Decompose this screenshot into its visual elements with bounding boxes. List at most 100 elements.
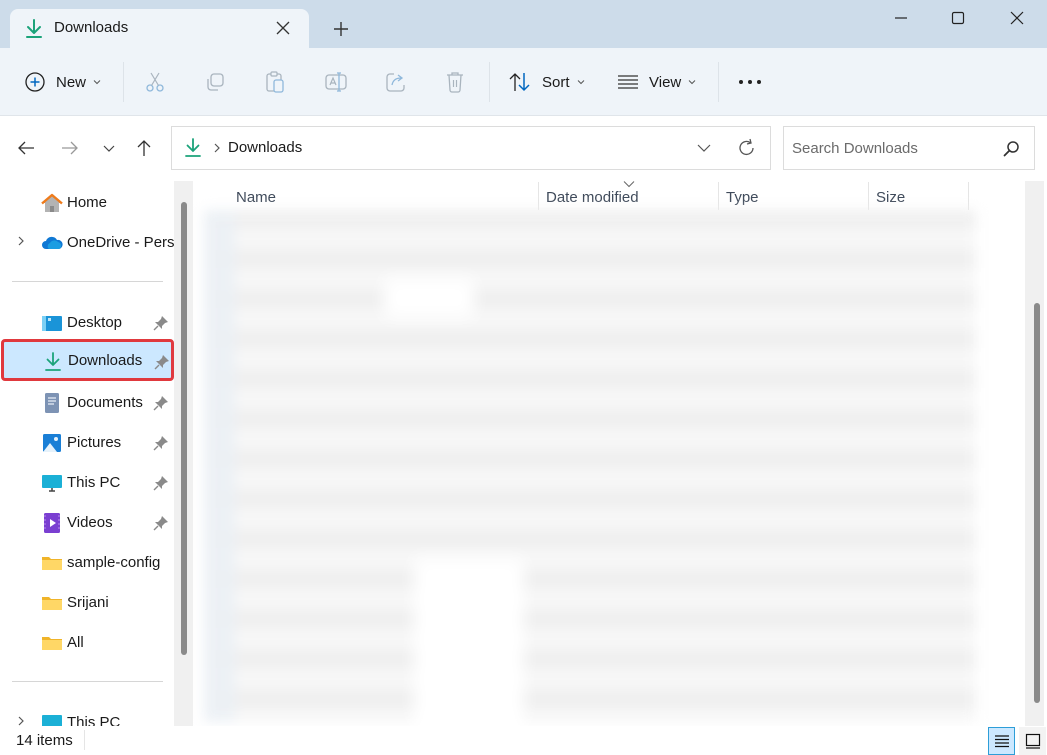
share-icon — [386, 73, 405, 92]
breadcrumb-downloads[interactable]: Downloads — [228, 139, 302, 156]
column-resize-handle[interactable] — [968, 182, 969, 210]
chevron-right-icon[interactable] — [16, 235, 26, 247]
sidebar-label: Srijani — [67, 594, 109, 611]
arrow-up-icon — [137, 140, 151, 156]
sidebar-divider — [12, 681, 163, 682]
plus-circle-icon — [25, 72, 45, 92]
sidebar-item-home[interactable]: Home — [0, 181, 175, 221]
details-view-button[interactable] — [988, 727, 1015, 755]
search-icon[interactable] — [1002, 140, 1020, 158]
download-icon — [26, 19, 42, 38]
column-header-type[interactable]: Type — [719, 182, 868, 210]
large-icons-view-button[interactable] — [1019, 727, 1046, 755]
pin-icon[interactable] — [153, 315, 169, 331]
navigation-pane: Home OneDrive - Perso Desktop Downloads … — [0, 178, 194, 726]
toolbar-divider — [718, 62, 719, 102]
ellipsis-icon — [739, 80, 761, 84]
chevron-right-icon — [214, 143, 220, 153]
copy-icon — [207, 73, 224, 91]
sidebar-item-pictures[interactable]: Pictures — [0, 421, 175, 461]
sidebar-item-desktop[interactable]: Desktop — [0, 301, 175, 341]
address-bar[interactable]: Downloads — [171, 126, 771, 170]
recent-locations-button[interactable] — [97, 136, 121, 160]
arrow-left-icon — [18, 141, 34, 155]
copy-button[interactable] — [204, 66, 226, 98]
sidebar-item-videos[interactable]: Videos — [0, 501, 175, 541]
status-bar: 14 items — [0, 726, 1047, 755]
folder-icon — [42, 637, 62, 650]
sidebar-item-sample-config[interactable]: sample-config — [0, 541, 175, 581]
file-rows-blurred[interactable] — [204, 210, 976, 722]
chevron-right-icon[interactable] — [16, 715, 26, 726]
chevron-down-icon — [93, 80, 101, 85]
sidebar-item-all[interactable]: All — [0, 621, 175, 661]
column-header-size[interactable]: Size — [869, 182, 968, 210]
sidebar-divider — [12, 281, 163, 282]
videos-icon — [44, 513, 60, 533]
forward-button[interactable] — [58, 136, 82, 160]
sidebar-item-srijani[interactable]: Srijani — [0, 581, 175, 621]
minimize-button[interactable] — [878, 4, 924, 32]
status-divider — [84, 730, 85, 750]
sidebar-label: Videos — [67, 514, 113, 531]
sort-descending-icon — [623, 181, 635, 188]
pin-icon[interactable] — [153, 395, 169, 411]
sidebar-item-onedrive[interactable]: OneDrive - Perso — [0, 221, 183, 261]
sidebar-item-downloads[interactable]: Downloads — [1, 339, 174, 381]
rename-icon — [325, 72, 347, 92]
back-button[interactable] — [14, 136, 38, 160]
sidebar-item-this-pc-tree[interactable]: This PC — [0, 701, 175, 726]
file-list-scrollbar-thumb[interactable] — [1034, 303, 1040, 703]
sidebar-label: OneDrive - Perso — [67, 234, 183, 251]
command-bar: New Sort View — [0, 48, 1047, 116]
tab-downloads[interactable]: Downloads — [10, 9, 309, 49]
view-label: View — [649, 73, 682, 91]
tab-title: Downloads — [54, 19, 129, 36]
pin-icon[interactable] — [154, 354, 170, 370]
delete-button[interactable] — [444, 66, 466, 98]
rename-button[interactable] — [324, 66, 348, 98]
folder-icon — [42, 597, 62, 610]
sidebar-label: Downloads — [68, 352, 143, 369]
maximize-button[interactable] — [935, 4, 981, 32]
sort-label: Sort — [542, 73, 570, 91]
documents-icon — [45, 393, 59, 413]
navigation-row: Downloads — [0, 116, 1047, 178]
toolbar-divider — [489, 62, 490, 102]
up-button[interactable] — [132, 136, 156, 160]
close-tab-icon[interactable] — [274, 19, 292, 37]
sidebar-item-this-pc[interactable]: This PC — [0, 461, 175, 501]
trash-icon — [447, 72, 463, 93]
sidebar-item-documents[interactable]: Documents — [0, 381, 175, 421]
blur-patch — [384, 278, 474, 318]
home-icon — [41, 193, 63, 212]
download-icon — [45, 352, 61, 371]
column-header-name[interactable]: Name — [194, 182, 538, 210]
search-box[interactable] — [783, 126, 1035, 170]
view-button[interactable]: View — [617, 66, 697, 98]
column-label: Size — [876, 189, 906, 206]
share-button[interactable] — [384, 66, 408, 98]
this-pc-icon — [42, 715, 62, 726]
sidebar-label: This PC — [67, 474, 121, 491]
details-view-icon — [994, 735, 1009, 748]
refresh-icon[interactable] — [737, 137, 757, 159]
pin-icon[interactable] — [153, 515, 169, 531]
new-button[interactable]: New — [24, 66, 102, 98]
sort-button[interactable]: Sort — [508, 66, 586, 98]
sidebar-label: Pictures — [67, 434, 122, 451]
pin-icon[interactable] — [153, 475, 169, 491]
cut-button[interactable] — [144, 66, 166, 98]
search-input[interactable] — [792, 137, 992, 159]
sidebar-scrollbar-thumb[interactable] — [181, 202, 187, 655]
address-history-chevron-icon[interactable] — [696, 141, 712, 155]
pin-icon[interactable] — [153, 435, 169, 451]
paste-button[interactable] — [264, 66, 286, 98]
folder-icon — [42, 557, 62, 570]
new-tab-plus-icon[interactable] — [330, 18, 352, 40]
sidebar-label: This PC — [67, 714, 121, 726]
sidebar-label: Desktop — [67, 314, 123, 331]
file-list-pane: Name Date modified Type Size — [194, 178, 1047, 755]
close-window-button[interactable] — [994, 4, 1040, 32]
more-options-button[interactable] — [738, 66, 762, 98]
